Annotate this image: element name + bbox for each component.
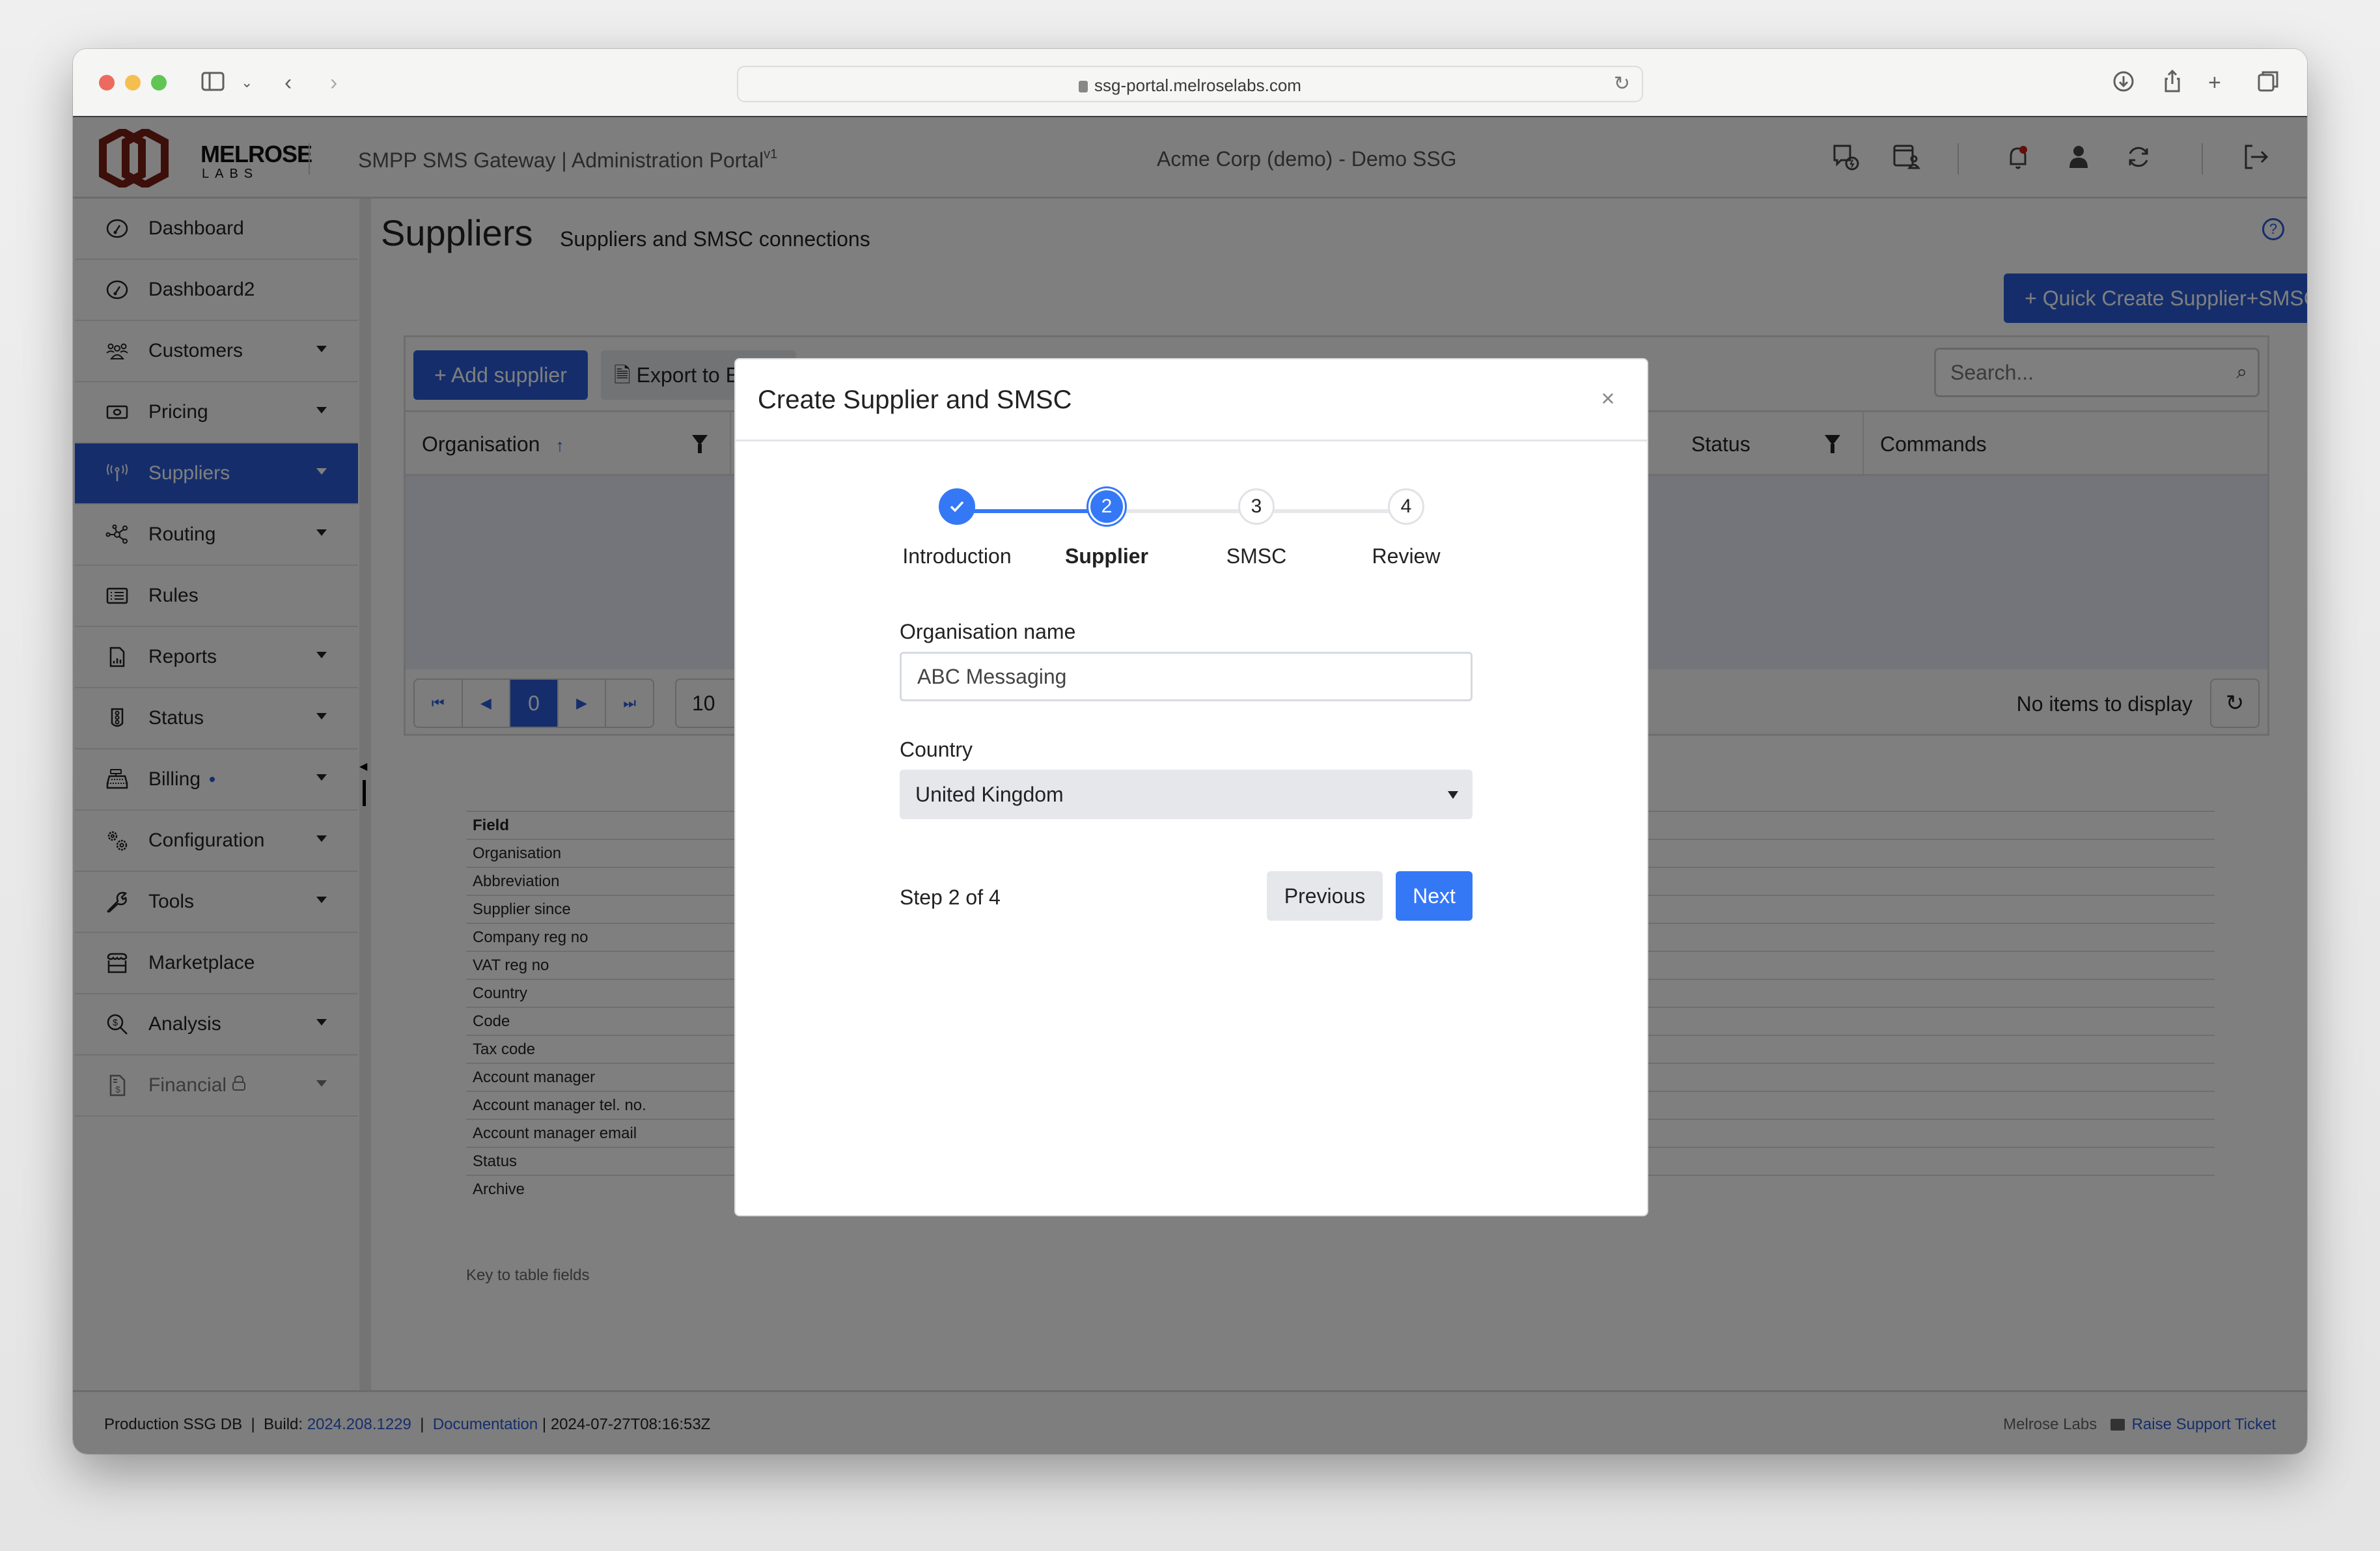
lock-icon <box>1079 81 1088 92</box>
wizard-step-smsc: 3 SMSC <box>1191 488 1321 568</box>
wizard-step-supplier: 2 Supplier <box>1042 488 1172 568</box>
organisation-name-input[interactable] <box>900 652 1473 701</box>
modal-title: Create Supplier and SMSC <box>758 385 1072 414</box>
forward-icon[interactable]: › <box>330 68 337 97</box>
new-tab-icon[interactable]: + <box>2208 68 2221 97</box>
reload-icon[interactable]: ↻ <box>1614 72 1630 95</box>
browser-toolbar: ⌄ ‹ › ssg-portal.melroselabs.com ↻ + <box>73 49 2307 117</box>
modal-actions: Step 2 of 4 Previous Next <box>900 871 1473 921</box>
country-selected-value: United Kingdom <box>915 783 1064 806</box>
wizard-step-review: 4 Review <box>1341 488 1471 568</box>
next-button[interactable]: Next <box>1396 871 1473 921</box>
tab-overview-icon[interactable] <box>2255 68 2281 102</box>
address-bar[interactable]: ssg-portal.melroselabs.com ↻ <box>737 66 1643 102</box>
wizard-stepper: Introduction 2 Supplier 3 SMSC 4 Review <box>892 488 1478 593</box>
modal-header: Create Supplier and SMSC × <box>736 359 1647 441</box>
country-select[interactable]: United Kingdom <box>900 770 1473 819</box>
wizard-step-introduction: Introduction <box>892 488 1022 568</box>
share-icon[interactable] <box>2159 68 2185 102</box>
step-label: Introduction <box>902 544 1012 568</box>
chevron-down-icon[interactable]: ⌄ <box>241 68 253 97</box>
chevron-down-icon <box>1448 791 1458 799</box>
close-window-button[interactable] <box>99 75 115 91</box>
step-label: Review <box>1372 544 1441 568</box>
back-icon[interactable]: ‹ <box>284 68 292 97</box>
download-icon[interactable] <box>2110 68 2137 102</box>
checkmark-icon <box>939 488 975 525</box>
step-number: 4 <box>1388 488 1424 525</box>
close-icon[interactable]: × <box>1595 385 1621 412</box>
browser-window: ⌄ ‹ › ssg-portal.melroselabs.com ↻ + MEL… <box>73 49 2307 1454</box>
sidebar-toggle-icon[interactable] <box>200 68 226 102</box>
country-label: Country <box>900 738 973 761</box>
organisation-name-label: Organisation name <box>900 620 1076 643</box>
maximize-window-button[interactable] <box>151 75 167 91</box>
step-label: SMSC <box>1226 544 1287 568</box>
previous-button[interactable]: Previous <box>1267 871 1383 921</box>
step-counter: Step 2 of 4 <box>900 886 1001 909</box>
step-label: Supplier <box>1064 544 1148 568</box>
create-supplier-smsc-modal: Create Supplier and SMSC × Introduction 2… <box>734 358 1648 1216</box>
supplier-form: Organisation name Country United Kingdom <box>900 620 1473 819</box>
url-text: ssg-portal.melroselabs.com <box>1094 76 1301 95</box>
step-number: 3 <box>1238 488 1275 525</box>
step-number: 2 <box>1088 488 1125 525</box>
minimize-window-button[interactable] <box>125 75 141 91</box>
